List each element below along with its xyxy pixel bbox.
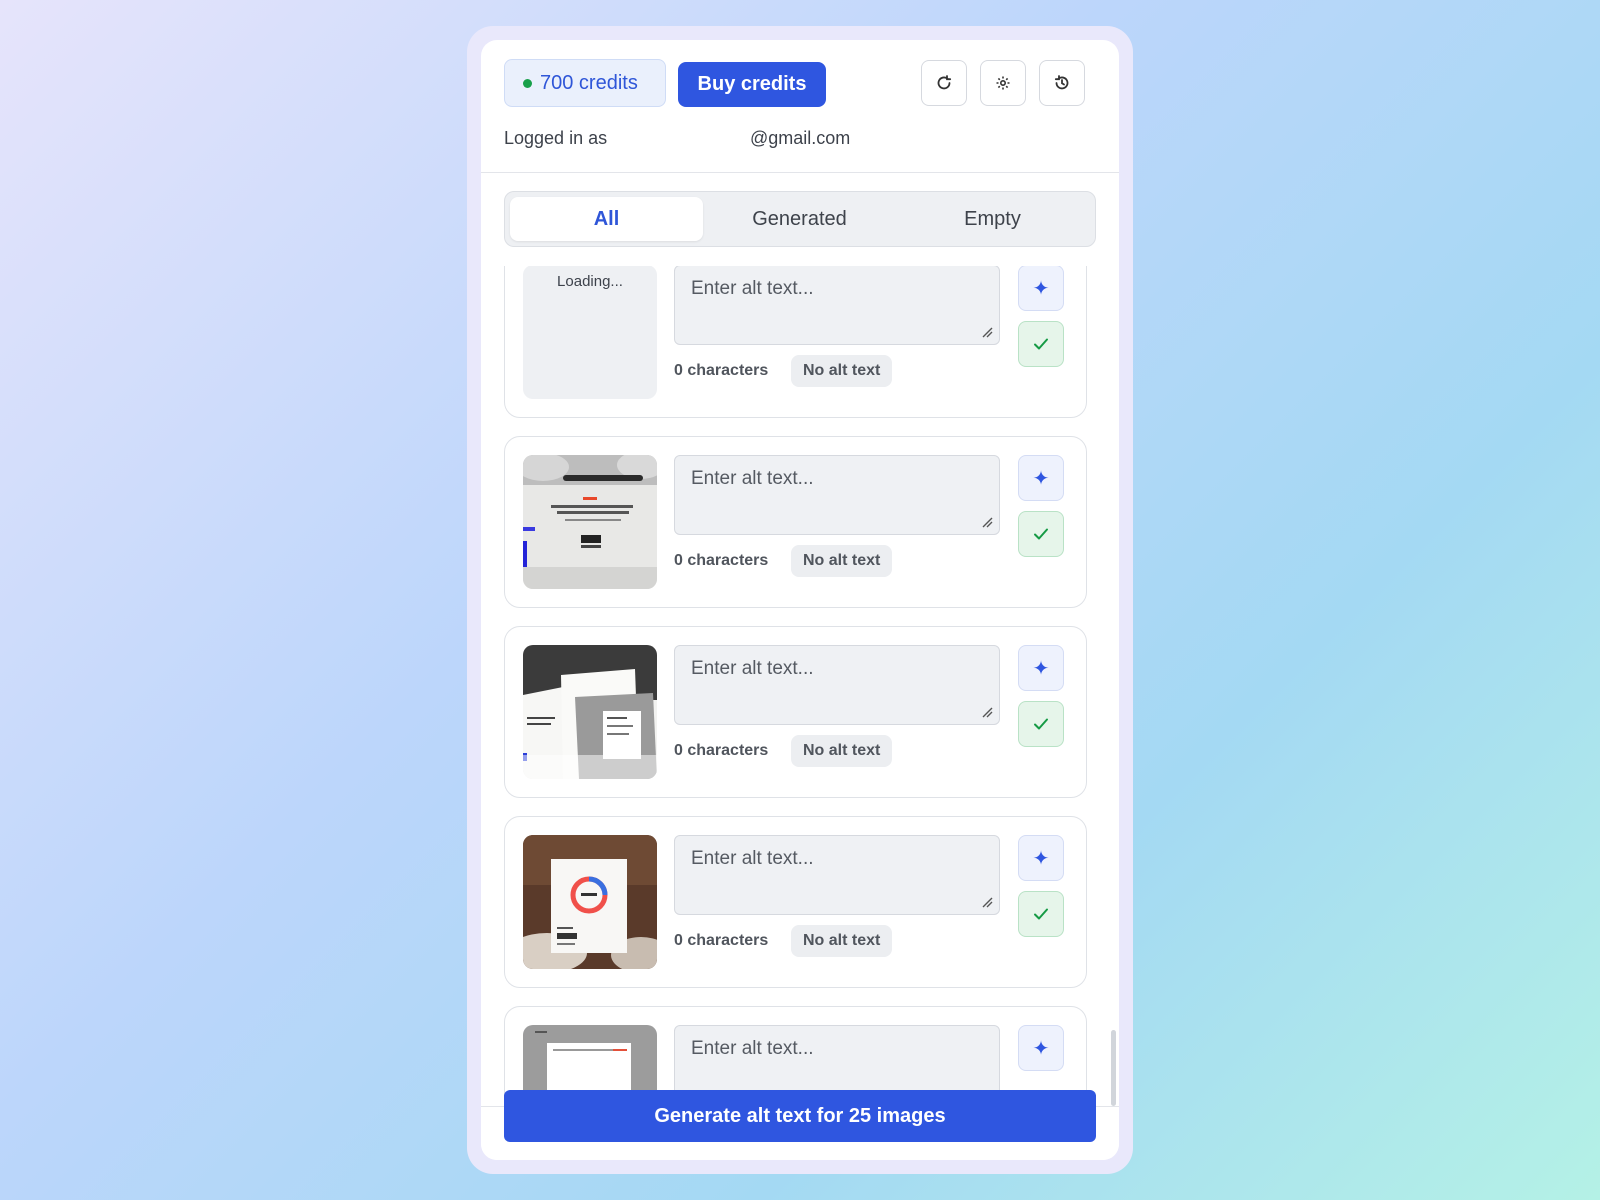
alt-text-input[interactable]: Enter alt text... [674, 266, 1000, 345]
generate-alt-button[interactable]: ✦ [1018, 455, 1064, 501]
image-thumbnail[interactable] [523, 455, 657, 589]
checkmark-icon [1034, 718, 1048, 730]
image-thumbnail[interactable] [523, 645, 657, 779]
tab-all[interactable]: All [510, 197, 703, 241]
generate-all-button[interactable]: Generate alt text for 25 images [504, 1090, 1096, 1142]
checkmark-icon [1034, 338, 1048, 350]
checkmark-icon [1034, 528, 1048, 540]
alt-text-placeholder: Enter alt text... [691, 658, 814, 679]
filter-tabs: All Generated Empty [504, 191, 1096, 247]
approve-button[interactable] [1018, 321, 1064, 367]
image-list[interactable]: Loading... Enter alt text... 0 character… [481, 266, 1119, 1106]
character-count: 0 characters [674, 742, 769, 759]
status-badge: No alt text [791, 925, 893, 957]
tab-generated[interactable]: Generated [703, 197, 896, 241]
credits-label: 700 credits [540, 71, 638, 94]
alt-text-input[interactable]: Enter alt text... [674, 645, 1000, 725]
generate-alt-button[interactable]: ✦ [1018, 266, 1064, 311]
generate-alt-button[interactable]: ✦ [1018, 1025, 1064, 1071]
resize-handle-icon[interactable] [981, 706, 993, 718]
sparkle-icon: ✦ [1032, 847, 1050, 870]
resize-handle-icon[interactable] [981, 326, 993, 338]
sparkle-icon: ✦ [1032, 277, 1050, 300]
refresh-icon [937, 75, 952, 90]
resize-handle-icon[interactable] [981, 516, 993, 528]
approve-button[interactable] [1018, 891, 1064, 937]
status-badge: No alt text [791, 355, 893, 387]
tab-empty[interactable]: Empty [896, 197, 1089, 241]
header: 700 credits Buy credits Logged in as @gm… [481, 40, 1119, 173]
character-count: 0 characters [674, 362, 769, 379]
refresh-button[interactable] [921, 60, 967, 106]
image-card: Loading... Enter alt text... 0 character… [504, 266, 1087, 418]
status-dot-icon [523, 78, 532, 88]
resize-handle-icon[interactable] [981, 896, 993, 908]
status-badge: No alt text [791, 545, 893, 577]
alt-text-placeholder: Enter alt text... [691, 848, 814, 869]
donut-chart-photo-thumbnail [523, 835, 657, 969]
logged-in-label: Logged in as [504, 128, 608, 148]
status-badge: No alt text [791, 735, 893, 767]
image-thumbnail: Loading... [523, 266, 657, 399]
image-thumbnail[interactable] [523, 835, 657, 969]
scrollbar-thumb[interactable] [1111, 1030, 1116, 1106]
checkmark-icon [1034, 908, 1048, 920]
alt-text-placeholder: Enter alt text... [691, 468, 814, 489]
alt-text-placeholder: Enter alt text... [691, 278, 814, 299]
credits-badge: 700 credits [504, 59, 666, 107]
character-count: 0 characters [674, 932, 769, 949]
user-email: @gmail.com [750, 128, 851, 148]
alt-text-input[interactable]: Enter alt text... [674, 835, 1000, 915]
sparkle-icon: ✦ [1032, 657, 1050, 680]
character-count: 0 characters [674, 552, 769, 569]
image-card: Enter alt text... 0 characters No alt te… [504, 816, 1087, 988]
stacked-pages-thumbnail [523, 645, 657, 779]
generate-alt-button[interactable]: ✦ [1018, 645, 1064, 691]
settings-button[interactable] [980, 60, 1026, 106]
website-screenshot-thumbnail [523, 455, 657, 589]
alt-text-panel: 700 credits Buy credits Logged in as @gm… [481, 40, 1119, 1160]
loading-label: Loading... [557, 273, 623, 290]
buy-credits-button[interactable]: Buy credits [678, 62, 826, 107]
image-card: Enter alt text... 0 characters No alt te… [504, 436, 1087, 608]
history-icon [1054, 75, 1069, 90]
alt-text-input[interactable]: Enter alt text... [674, 455, 1000, 535]
history-button[interactable] [1039, 60, 1085, 106]
image-card: Enter alt text... 0 characters No alt te… [504, 626, 1087, 798]
sparkle-icon: ✦ [1032, 1037, 1050, 1060]
approve-button[interactable] [1018, 701, 1064, 747]
generate-alt-button[interactable]: ✦ [1018, 835, 1064, 881]
gear-icon [996, 76, 1010, 90]
alt-text-placeholder: Enter alt text... [691, 1038, 814, 1059]
approve-button[interactable] [1018, 511, 1064, 557]
sparkle-icon: ✦ [1032, 467, 1050, 490]
